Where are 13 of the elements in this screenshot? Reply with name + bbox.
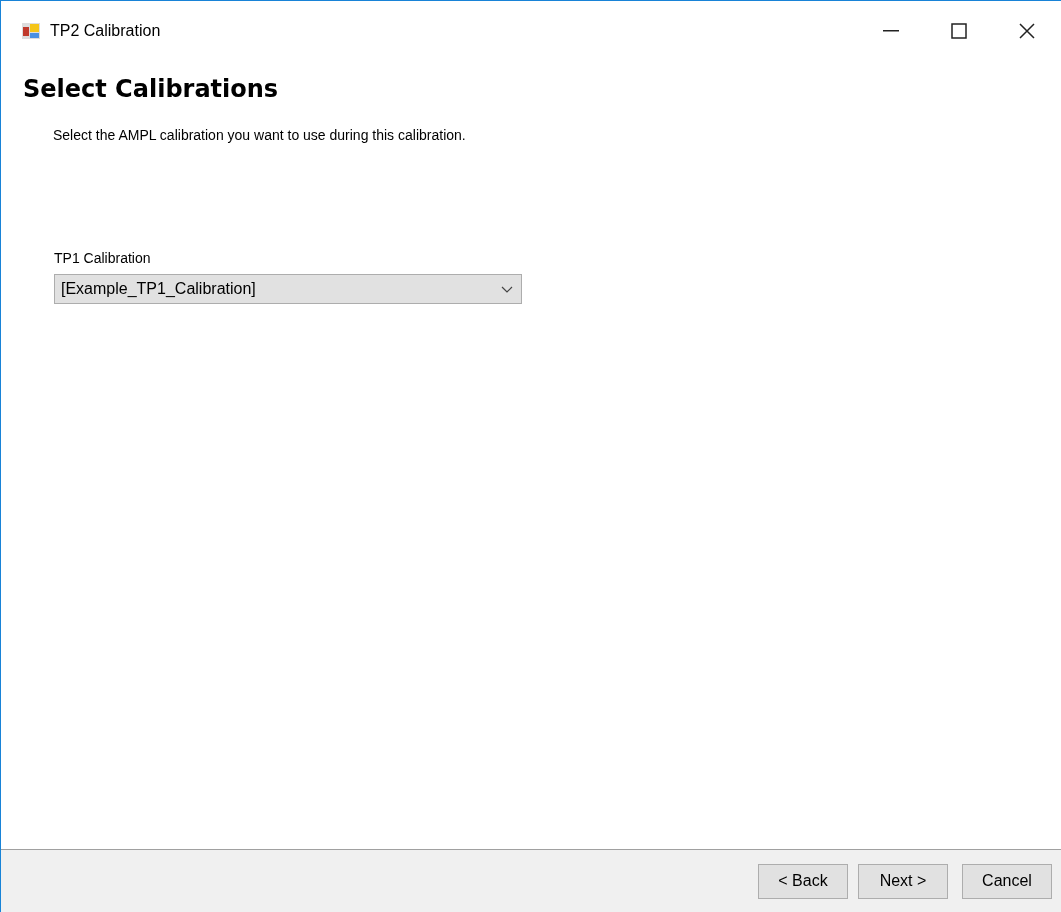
close-icon [1019, 23, 1035, 39]
description-text: Select the AMPL calibration you want to use during this calibration. [53, 127, 467, 143]
app-icon [22, 23, 40, 39]
cancel-button[interactable]: Cancel [962, 863, 1052, 899]
chevron-down-icon [501, 285, 513, 293]
maximize-icon [951, 23, 967, 39]
back-button[interactable]: < Back [758, 863, 848, 899]
page-heading: Select Calibrations [23, 75, 280, 103]
next-button[interactable]: Next > [858, 863, 948, 899]
window-title: TP2 Calibration [50, 22, 162, 40]
field-label: TP1 Calibration [54, 250, 152, 266]
calibration-dropdown[interactable]: [Example_TP1_Calibration] [54, 274, 522, 304]
minimize-icon [883, 30, 899, 32]
